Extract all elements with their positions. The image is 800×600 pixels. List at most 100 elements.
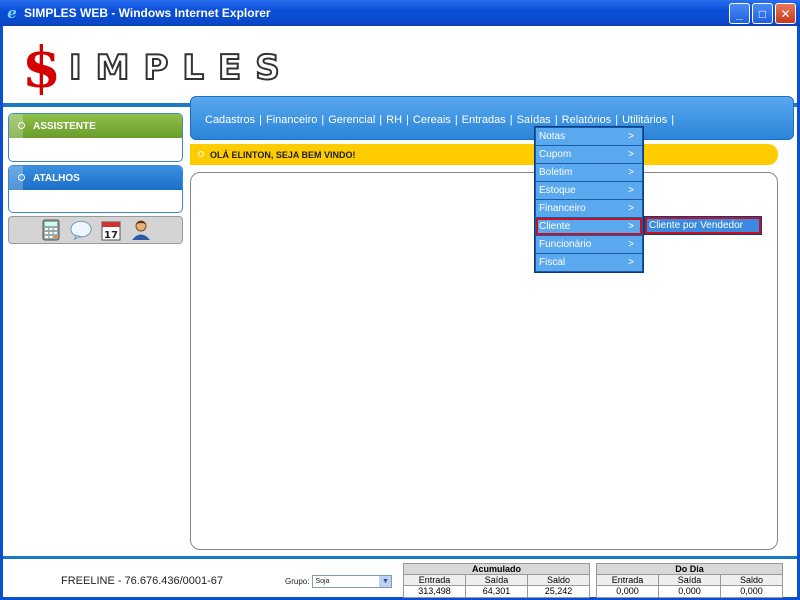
logo-dollar: $ bbox=[22, 35, 61, 101]
chevron-right-icon: > bbox=[628, 221, 634, 232]
grupo-value: Soja bbox=[315, 578, 330, 585]
menu-item-label: Cliente bbox=[539, 221, 571, 232]
bullet-icon bbox=[18, 174, 25, 181]
nav-cadastros[interactable]: Cadastros bbox=[205, 114, 255, 126]
company-info: FREELINE - 76.676.436/0001-67 bbox=[61, 575, 224, 587]
menu-item-notas[interactable]: Notas > bbox=[536, 128, 642, 145]
chevron-right-icon: > bbox=[628, 239, 634, 250]
atalhos-label: ATALHOS bbox=[33, 172, 80, 184]
saida-value: 0,000 bbox=[659, 586, 721, 597]
grupo-select[interactable]: Soja ▼ bbox=[312, 575, 393, 588]
entrada-label: Entrada bbox=[404, 575, 466, 585]
assistente-label: ASSISTENTE bbox=[33, 120, 96, 132]
saldo-value: 25,242 bbox=[544, 586, 573, 596]
nav-separator: | bbox=[509, 114, 513, 126]
menu-item-label: Estoque bbox=[539, 185, 576, 196]
saida-label: Saída bbox=[466, 575, 528, 585]
minimize-button[interactable]: _ bbox=[729, 3, 750, 24]
calendar-day: 17 bbox=[104, 230, 118, 241]
nav-separator: | bbox=[554, 114, 558, 126]
entrada-value: 313,498 bbox=[404, 586, 466, 597]
menu-item-cupom[interactable]: Cupom > bbox=[536, 146, 642, 163]
acumulado-labels: Entrada Saída Saldo bbox=[404, 575, 589, 586]
nav-gerencial[interactable]: Gerencial bbox=[328, 114, 375, 126]
grupo-selector: Grupo: Soja ▼ bbox=[285, 575, 393, 588]
chat-bubble-icon[interactable] bbox=[69, 219, 92, 241]
menu-item-label: Financeiro bbox=[539, 203, 586, 214]
saldo-label: Saldo bbox=[546, 575, 571, 585]
bullet-icon bbox=[198, 151, 204, 157]
welcome-bar: OLÁ ELINTON, SEJA BEM VINDO! bbox=[190, 144, 778, 165]
window-title: SIMPLES WEB - Windows Internet Explorer bbox=[24, 6, 271, 20]
nav-separator: | bbox=[406, 114, 409, 126]
menu-item-funcionario[interactable]: Funcionário > bbox=[536, 236, 642, 253]
app-logo: $ IMPLES bbox=[22, 40, 294, 96]
relatorios-dropdown: Notas > Cupom > Boletim > Estoque > Financei… bbox=[534, 126, 644, 273]
nav-cereais[interactable]: Cereais bbox=[413, 114, 451, 126]
assistente-header[interactable]: ASSISTENTE bbox=[9, 114, 182, 138]
nav-relatorios[interactable]: Relatórios bbox=[562, 114, 612, 126]
grupo-label: Grupo: bbox=[285, 577, 310, 586]
saida-value: 64,301 bbox=[466, 586, 528, 597]
welcome-text: OLÁ ELINTON, SEJA BEM VINDO! bbox=[210, 149, 356, 160]
nav-separator: | bbox=[379, 114, 383, 126]
saldo-value: 0,000 bbox=[740, 586, 763, 596]
nav-utilitarios[interactable]: Utilitários bbox=[622, 114, 667, 126]
menu-item-label: Fiscal bbox=[539, 257, 566, 268]
chevron-right-icon: > bbox=[628, 203, 634, 214]
menu-item-label: Cupom bbox=[539, 149, 572, 160]
calculator-icon[interactable] bbox=[40, 219, 62, 241]
bullet-icon bbox=[18, 122, 25, 129]
chevron-right-icon: > bbox=[628, 257, 634, 268]
entrada-value: 0,000 bbox=[597, 586, 659, 597]
menu-item-estoque[interactable]: Estoque > bbox=[536, 182, 642, 199]
nav-separator: | bbox=[321, 114, 325, 126]
assistente-panel: ASSISTENTE bbox=[8, 113, 183, 162]
menu-item-label: Funcionário bbox=[539, 239, 592, 250]
entrada-label: Entrada bbox=[597, 575, 659, 585]
nav-financeiro[interactable]: Financeiro bbox=[266, 114, 317, 126]
status-footer: FREELINE - 76.676.436/0001-67 Grupo: Soj… bbox=[3, 556, 797, 598]
close-button[interactable]: ✕ bbox=[775, 3, 796, 24]
dodia-labels: Entrada Saída Saldo bbox=[597, 575, 782, 586]
calendar-icon[interactable]: 17 bbox=[100, 219, 122, 241]
acumulado-table: Acumulado Entrada Saída Saldo 313,498 64… bbox=[403, 563, 590, 598]
nav-separator: | bbox=[259, 114, 262, 126]
nav-separator: | bbox=[615, 114, 619, 126]
menu-item-label: Notas bbox=[539, 131, 566, 142]
menu-item-fiscal[interactable]: Fiscal > bbox=[536, 254, 642, 271]
menu-item-financeiro[interactable]: Financeiro > bbox=[536, 200, 642, 217]
saldo-label: Saldo bbox=[739, 575, 764, 585]
submenu-cliente-por-vendedor[interactable]: Cliente por Vendedor bbox=[644, 216, 762, 235]
chevron-right-icon: > bbox=[628, 149, 634, 160]
chevron-right-icon: > bbox=[628, 167, 634, 178]
nav-items: Cadastros | Financeiro | Gerencial | RH … bbox=[205, 114, 678, 126]
user-icon[interactable] bbox=[130, 219, 152, 241]
acumulado-values: 313,498 64,301 25,242 bbox=[404, 586, 589, 597]
main-navbar: Cadastros | Financeiro | Gerencial | RH … bbox=[190, 96, 794, 140]
shortcut-toolbar: 17 bbox=[8, 216, 183, 244]
nav-saidas[interactable]: Saídas bbox=[517, 114, 551, 126]
dodia-table: Do Dia Entrada Saída Saldo 0,000 0,000 0… bbox=[596, 563, 783, 598]
chevron-right-icon: > bbox=[628, 185, 634, 196]
menu-item-label: Boletim bbox=[539, 167, 573, 178]
ie-icon: e bbox=[7, 4, 17, 22]
nav-separator: | bbox=[454, 114, 458, 126]
saida-label: Saída bbox=[659, 575, 721, 585]
atalhos-panel: ATALHOS bbox=[8, 165, 183, 213]
menu-item-boletim[interactable]: Boletim > bbox=[536, 164, 642, 181]
window-controls: _ □ ✕ bbox=[729, 3, 796, 24]
window-titlebar: e SIMPLES WEB - Windows Internet Explore… bbox=[0, 0, 800, 26]
menu-item-cliente[interactable]: Cliente > bbox=[536, 218, 642, 235]
nav-rh[interactable]: RH bbox=[386, 114, 402, 126]
nav-separator: | bbox=[671, 114, 675, 126]
dodia-values: 0,000 0,000 0,000 bbox=[597, 586, 782, 597]
atalhos-header[interactable]: ATALHOS bbox=[9, 166, 182, 190]
acumulado-title: Acumulado bbox=[404, 564, 589, 575]
dodia-title: Do Dia bbox=[597, 564, 782, 575]
chevron-right-icon: > bbox=[628, 131, 634, 142]
maximize-button[interactable]: □ bbox=[752, 3, 773, 24]
chevron-down-icon[interactable]: ▼ bbox=[379, 576, 392, 587]
logo-text: IMPLES bbox=[68, 47, 294, 89]
nav-entradas[interactable]: Entradas bbox=[462, 114, 506, 126]
